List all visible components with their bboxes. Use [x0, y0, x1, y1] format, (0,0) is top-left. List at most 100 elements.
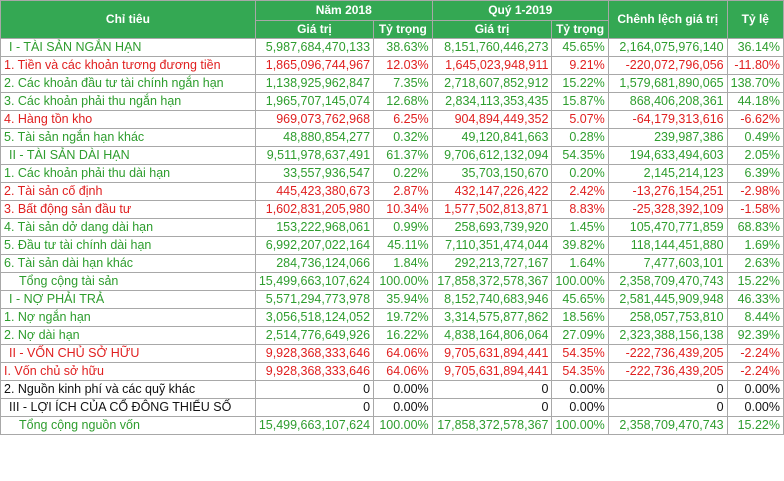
- difference-value[interactable]: 0: [607, 380, 728, 399]
- difference-value[interactable]: 239,987,386: [607, 128, 728, 147]
- value-2018[interactable]: 0: [254, 398, 375, 417]
- value-2018[interactable]: 5,571,294,773,978: [254, 290, 375, 309]
- value-q1-2019[interactable]: 904,894,449,352: [431, 110, 553, 129]
- value-q1-2019[interactable]: 17,858,372,578,367: [431, 272, 553, 291]
- header-nam-2018[interactable]: Năm 2018: [254, 0, 433, 21]
- header-ty-trong-q1[interactable]: Tỷ trọng: [551, 20, 609, 39]
- value-2018[interactable]: 9,928,368,333,646: [254, 362, 375, 381]
- share-q1-2019[interactable]: 45.65%: [551, 38, 609, 57]
- difference-value[interactable]: 2,358,709,470,743: [607, 272, 728, 291]
- value-q1-2019[interactable]: 1,645,023,948,911: [431, 56, 553, 75]
- change-rate[interactable]: -6.62%: [726, 110, 784, 129]
- share-2018[interactable]: 64.06%: [373, 362, 433, 381]
- share-q1-2019[interactable]: 0.00%: [551, 398, 609, 417]
- share-q1-2019[interactable]: 45.65%: [551, 290, 609, 309]
- change-rate[interactable]: 15.22%: [726, 272, 784, 291]
- share-2018[interactable]: 64.06%: [373, 344, 433, 363]
- row-label[interactable]: 6. Tài sản dài hạn khác: [0, 254, 256, 273]
- row-label[interactable]: I. Vốn chủ sở hữu: [0, 362, 256, 381]
- share-2018[interactable]: 0.22%: [373, 164, 433, 183]
- change-rate[interactable]: 68.83%: [726, 218, 784, 237]
- value-q1-2019[interactable]: 0: [431, 398, 553, 417]
- change-rate[interactable]: -1.58%: [726, 200, 784, 219]
- share-2018[interactable]: 19.72%: [373, 308, 433, 327]
- share-q1-2019[interactable]: 54.35%: [551, 362, 609, 381]
- difference-value[interactable]: 2,164,075,976,140: [607, 38, 728, 57]
- difference-value[interactable]: 7,477,603,101: [607, 254, 728, 273]
- difference-value[interactable]: 2,581,445,909,948: [607, 290, 728, 309]
- share-2018[interactable]: 16.22%: [373, 326, 433, 345]
- row-label[interactable]: I - NỢ PHẢI TRẢ: [0, 290, 256, 309]
- value-2018[interactable]: 969,073,762,968: [254, 110, 375, 129]
- row-label[interactable]: I - TÀI SẢN NGẮN HẠN: [0, 38, 256, 57]
- change-rate[interactable]: 138.70%: [726, 74, 784, 93]
- value-2018[interactable]: 1,602,831,205,980: [254, 200, 375, 219]
- row-label[interactable]: 2. Tài sản cố định: [0, 182, 256, 201]
- share-2018[interactable]: 45.11%: [373, 236, 433, 255]
- change-rate[interactable]: -2.24%: [726, 362, 784, 381]
- difference-value[interactable]: 0: [607, 398, 728, 417]
- header-ty-le[interactable]: Tỷ lệ: [726, 0, 784, 39]
- change-rate[interactable]: 2.63%: [726, 254, 784, 273]
- row-label[interactable]: II - VỐN CHỦ SỞ HỮU: [0, 344, 256, 363]
- value-q1-2019[interactable]: 432,147,226,422: [431, 182, 553, 201]
- row-label[interactable]: 1. Các khoản phải thu dài hạn: [0, 164, 256, 183]
- value-q1-2019[interactable]: 258,693,739,920: [431, 218, 553, 237]
- share-q1-2019[interactable]: 1.64%: [551, 254, 609, 273]
- share-q1-2019[interactable]: 18.56%: [551, 308, 609, 327]
- share-q1-2019[interactable]: 2.42%: [551, 182, 609, 201]
- value-2018[interactable]: 0: [254, 380, 375, 399]
- value-q1-2019[interactable]: 35,703,150,670: [431, 164, 553, 183]
- share-q1-2019[interactable]: 100.00%: [551, 272, 609, 291]
- change-rate[interactable]: 15.22%: [726, 416, 784, 435]
- value-2018[interactable]: 1,865,096,744,967: [254, 56, 375, 75]
- row-label[interactable]: 5. Đầu tư tài chính dài hạn: [0, 236, 256, 255]
- row-label[interactable]: 2. Nợ dài hạn: [0, 326, 256, 345]
- share-q1-2019[interactable]: 100.00%: [551, 416, 609, 435]
- share-q1-2019[interactable]: 54.35%: [551, 344, 609, 363]
- row-label[interactable]: 2. Nguồn kinh phí và các quỹ khác: [0, 380, 256, 399]
- share-2018[interactable]: 2.87%: [373, 182, 433, 201]
- change-rate[interactable]: -2.24%: [726, 344, 784, 363]
- value-q1-2019[interactable]: 8,152,740,683,946: [431, 290, 553, 309]
- value-q1-2019[interactable]: 292,213,727,167: [431, 254, 553, 273]
- difference-value[interactable]: 2,145,214,123: [607, 164, 728, 183]
- value-2018[interactable]: 3,056,518,124,052: [254, 308, 375, 327]
- row-label[interactable]: II - TÀI SẢN DÀI HẠN: [0, 146, 256, 165]
- share-q1-2019[interactable]: 15.22%: [551, 74, 609, 93]
- value-q1-2019[interactable]: 9,705,631,894,441: [431, 362, 553, 381]
- value-q1-2019[interactable]: 4,838,164,806,064: [431, 326, 553, 345]
- value-2018[interactable]: 9,511,978,637,491: [254, 146, 375, 165]
- header-ty-trong-2018[interactable]: Tỷ trọng: [373, 20, 433, 39]
- share-2018[interactable]: 10.34%: [373, 200, 433, 219]
- difference-value[interactable]: 868,406,208,361: [607, 92, 728, 111]
- difference-value[interactable]: -13,276,154,251: [607, 182, 728, 201]
- share-q1-2019[interactable]: 39.82%: [551, 236, 609, 255]
- row-label[interactable]: 4. Hàng tồn kho: [0, 110, 256, 129]
- share-2018[interactable]: 0.32%: [373, 128, 433, 147]
- value-2018[interactable]: 48,880,854,277: [254, 128, 375, 147]
- value-2018[interactable]: 2,514,776,649,926: [254, 326, 375, 345]
- share-q1-2019[interactable]: 0.00%: [551, 380, 609, 399]
- header-chenh-lech[interactable]: Chênh lệch giá trị: [607, 0, 728, 39]
- value-q1-2019[interactable]: 17,858,372,578,367: [431, 416, 553, 435]
- difference-value[interactable]: -220,072,796,056: [607, 56, 728, 75]
- row-label[interactable]: 3. Các khoản phải thu ngắn hạn: [0, 92, 256, 111]
- value-q1-2019[interactable]: 8,151,760,446,273: [431, 38, 553, 57]
- value-2018[interactable]: 33,557,936,547: [254, 164, 375, 183]
- difference-value[interactable]: 105,470,771,859: [607, 218, 728, 237]
- difference-value[interactable]: 118,144,451,880: [607, 236, 728, 255]
- change-rate[interactable]: 6.39%: [726, 164, 784, 183]
- row-label[interactable]: 1. Nợ ngắn hạn: [0, 308, 256, 327]
- change-rate[interactable]: -11.80%: [726, 56, 784, 75]
- change-rate[interactable]: 46.33%: [726, 290, 784, 309]
- row-label[interactable]: 3. Bất động sản đầu tư: [0, 200, 256, 219]
- header-gia-tri-q1[interactable]: Giá trị: [431, 20, 553, 39]
- row-label[interactable]: 2. Các khoản đầu tư tài chính ngắn hạn: [0, 74, 256, 93]
- row-label[interactable]: 1. Tiền và các khoản tương đương tiền: [0, 56, 256, 75]
- share-q1-2019[interactable]: 8.83%: [551, 200, 609, 219]
- share-q1-2019[interactable]: 15.87%: [551, 92, 609, 111]
- difference-value[interactable]: -64,179,313,616: [607, 110, 728, 129]
- header-chi-tieu[interactable]: Chỉ tiêu: [0, 0, 256, 39]
- row-label[interactable]: Tổng cộng tài sản: [0, 272, 256, 291]
